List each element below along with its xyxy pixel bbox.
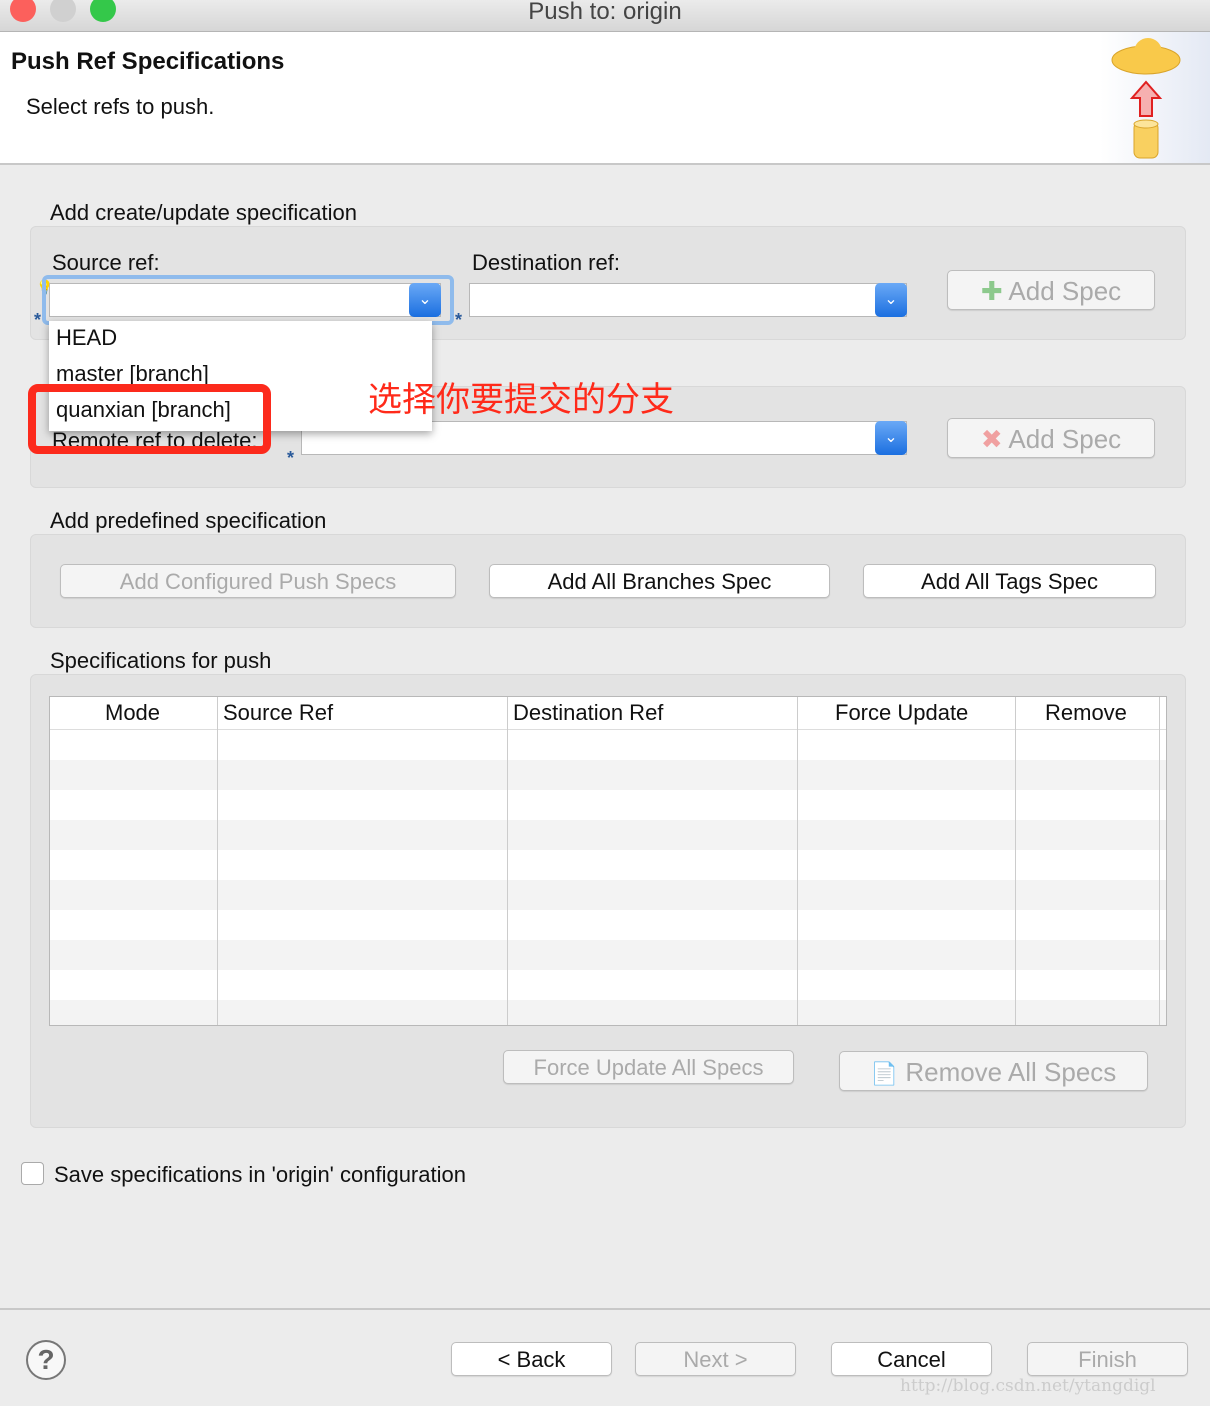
chevron-down-icon[interactable]: ⌄ [875,283,907,317]
destination-ref-combo[interactable]: ⌄ [469,283,907,317]
remove-all-specs-button[interactable]: 📄 Remove All Specs [839,1051,1148,1091]
footer-divider [0,1308,1210,1310]
create-group-label: Add create/update specification [50,200,357,225]
column-header-mode[interactable]: Mode [105,700,160,726]
required-icon: * [287,448,295,468]
next-button[interactable]: Next > [635,1342,796,1376]
destination-ref-label: Destination ref: [472,250,620,275]
required-icon: * [455,310,463,330]
predefined-group-label: Add predefined specification [50,508,327,533]
cancel-button[interactable]: Cancel [831,1342,992,1376]
add-delete-spec-button[interactable]: ✖ Add Spec [947,418,1155,458]
add-configured-push-specs-button[interactable]: Add Configured Push Specs [60,564,456,598]
add-all-tags-spec-button[interactable]: Add All Tags Spec [863,564,1156,598]
add-all-branches-spec-button[interactable]: Add All Branches Spec [489,564,830,598]
plus-icon: ✚ [980,276,1003,306]
delete-x-icon: ✖ [980,424,1003,454]
title-bar: Push to: origin [0,0,1210,32]
source-ref-label: Source ref: [52,250,160,275]
minimize-window-button[interactable] [50,0,76,22]
annotation-text: 选择你要提交的分支 [368,381,674,419]
wizard-header: Push Ref Specifications Select refs to p… [0,32,1210,165]
watermark: http://blog.csdn.net/ytangdigl [900,1376,1156,1396]
window-title: Push to: origin [528,0,682,25]
finish-button[interactable]: Finish [1027,1342,1188,1376]
help-icon[interactable]: ? [26,1340,66,1380]
chevron-down-icon[interactable]: ⌄ [875,421,907,455]
push-wizard-icon [1100,32,1210,163]
source-ref-combo[interactable]: ⌄ [49,283,441,317]
dropdown-option[interactable]: HEAD [49,321,432,357]
close-window-button[interactable] [10,0,36,22]
page-subtitle: Select refs to push. [26,94,215,119]
specs-table: Mode Source Ref Destination Ref Force Up… [49,696,1167,1026]
back-button[interactable]: < Back [451,1342,612,1376]
zoom-window-button[interactable] [90,0,116,22]
required-icon: * [34,310,42,330]
chevron-down-icon[interactable]: ⌄ [409,283,441,317]
column-header-force-update[interactable]: Force Update [835,700,968,726]
specs-group-label: Specifications for push [50,648,272,673]
add-spec-button[interactable]: ✚ Add Spec [947,270,1155,310]
remove-all-icon: 📄 [870,1061,899,1086]
save-specs-checkbox[interactable] [21,1162,44,1185]
column-header-remove[interactable]: Remove [1045,700,1127,726]
force-update-all-specs-button[interactable]: Force Update All Specs [503,1050,794,1084]
save-specs-label: Save specifications in 'origin' configur… [54,1162,466,1187]
page-title: Push Ref Specifications [11,48,285,75]
highlight-box [28,384,271,454]
column-header-destination-ref[interactable]: Destination Ref [513,700,663,726]
column-header-source-ref[interactable]: Source Ref [223,700,333,726]
